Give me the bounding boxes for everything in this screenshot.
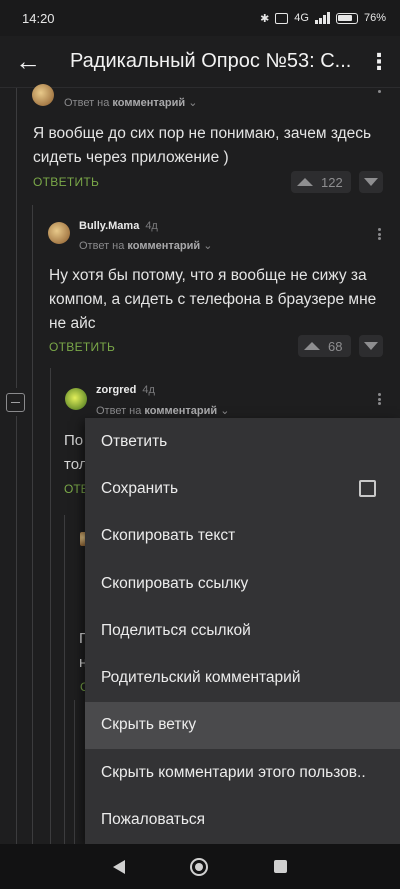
signal-icon <box>314 12 330 24</box>
menu-item-copy-link[interactable]: Скопировать ссылку <box>85 560 400 607</box>
comment-author[interactable]: zorgred 4д <box>96 384 155 396</box>
menu-item-share-link[interactable]: Поделиться ссылкой <box>85 607 400 654</box>
status-icons: ✱ 4G 76% <box>260 12 386 25</box>
collapse-thread-button[interactable] <box>6 393 25 412</box>
reply-to-label[interactable]: Ответ на комментарий ⌄ <box>96 404 229 417</box>
thread-line <box>16 416 17 844</box>
avatar[interactable] <box>32 84 54 106</box>
screen: 14:20 ✱ 4G 76% ← Радикальный Опрос №53: … <box>0 0 400 889</box>
upvote-button[interactable]: 122 <box>291 171 351 193</box>
thread-line <box>50 368 51 844</box>
reply-prefix: Ответ на <box>79 240 125 252</box>
vibrate-icon <box>275 12 289 24</box>
system-nav-bar <box>0 844 400 889</box>
bluetooth-icon: ✱ <box>260 12 270 25</box>
comment-menu-icon[interactable] <box>373 226 385 242</box>
reply-button[interactable]: ОТВЕТИТЬ <box>49 340 115 354</box>
downvote-icon <box>364 342 378 350</box>
reply-to-label[interactable]: Ответ на комментарий ⌄ <box>64 96 197 109</box>
menu-item-hide-thread[interactable]: Скрыть ветку <box>85 701 400 750</box>
author-name: Bully.Mama <box>79 220 140 232</box>
comment-context-menu: Ответить Сохранить Скопировать текст Ско… <box>85 418 400 844</box>
status-time: 14:20 <box>22 10 55 26</box>
app-header: ← Радикальный Опрос №53: С... ⋮ <box>0 36 400 88</box>
downvote-icon <box>364 178 378 186</box>
vote-count: 122 <box>321 174 343 190</box>
reply-prefix: Ответ на <box>96 405 142 417</box>
menu-item-reply[interactable]: Ответить <box>85 418 400 465</box>
battery-level: 76% <box>363 12 386 24</box>
upvote-icon <box>304 342 320 350</box>
reply-target: комментарий <box>112 97 186 109</box>
nav-recents-icon[interactable] <box>274 860 288 873</box>
reply-prefix: Ответ на <box>64 97 110 109</box>
comment-menu-icon[interactable] <box>373 391 385 407</box>
downvote-button[interactable] <box>359 171 383 193</box>
menu-item-save[interactable]: Сохранить <box>85 465 400 512</box>
vote-count: 68 <box>328 338 343 354</box>
comment-age: 4д <box>142 384 155 396</box>
thread-line <box>16 88 17 388</box>
comment-author[interactable]: Bully.Mama 4д <box>79 220 158 232</box>
thread-line <box>74 700 75 845</box>
comment-text: Ну хотя бы потому, что я вообще не сижу … <box>49 267 377 332</box>
comment-menu-icon[interactable] <box>373 88 385 106</box>
menu-item-hide-user-comments[interactable]: Скрыть комментарии этого пользов.. <box>85 749 400 796</box>
network-type: 4G <box>294 12 309 24</box>
comment-text: Я вообще до сих пор не понимаю, зачем зд… <box>33 125 372 166</box>
status-bar: 14:20 ✱ 4G 76% <box>0 0 400 36</box>
upvote-button[interactable]: 68 <box>298 335 351 357</box>
avatar[interactable] <box>48 222 70 244</box>
page-title: Радикальный Опрос №53: С... <box>70 50 352 72</box>
reply-target: комментарий <box>127 240 201 252</box>
more-options-icon[interactable]: ⋮ <box>358 36 400 88</box>
comment-text-peek: По <box>64 432 84 449</box>
upvote-icon <box>297 178 313 186</box>
downvote-button[interactable] <box>359 335 383 357</box>
nav-back-icon[interactable] <box>112 859 125 874</box>
menu-item-report[interactable]: Пожаловаться <box>85 796 400 843</box>
reply-button[interactable]: ОТВЕТИТЬ <box>33 175 99 189</box>
menu-item-copy-text[interactable]: Скопировать текст <box>85 513 400 560</box>
avatar[interactable] <box>65 388 87 410</box>
thread-line <box>64 515 65 845</box>
reply-target: комментарий <box>144 405 218 417</box>
save-checkbox[interactable] <box>359 480 376 498</box>
comment-age: 4д <box>145 220 158 232</box>
author-name: zorgred <box>96 384 137 396</box>
back-arrow-icon[interactable]: ← <box>0 36 56 88</box>
reply-to-label[interactable]: Ответ на комментарий ⌄ <box>79 239 212 252</box>
nav-home-icon[interactable] <box>190 857 209 876</box>
comment-text-peek: тол <box>64 456 88 473</box>
battery-icon <box>335 12 358 24</box>
menu-item-parent-comment[interactable]: Родительский комментарий <box>85 654 400 701</box>
thread-line <box>32 205 33 845</box>
